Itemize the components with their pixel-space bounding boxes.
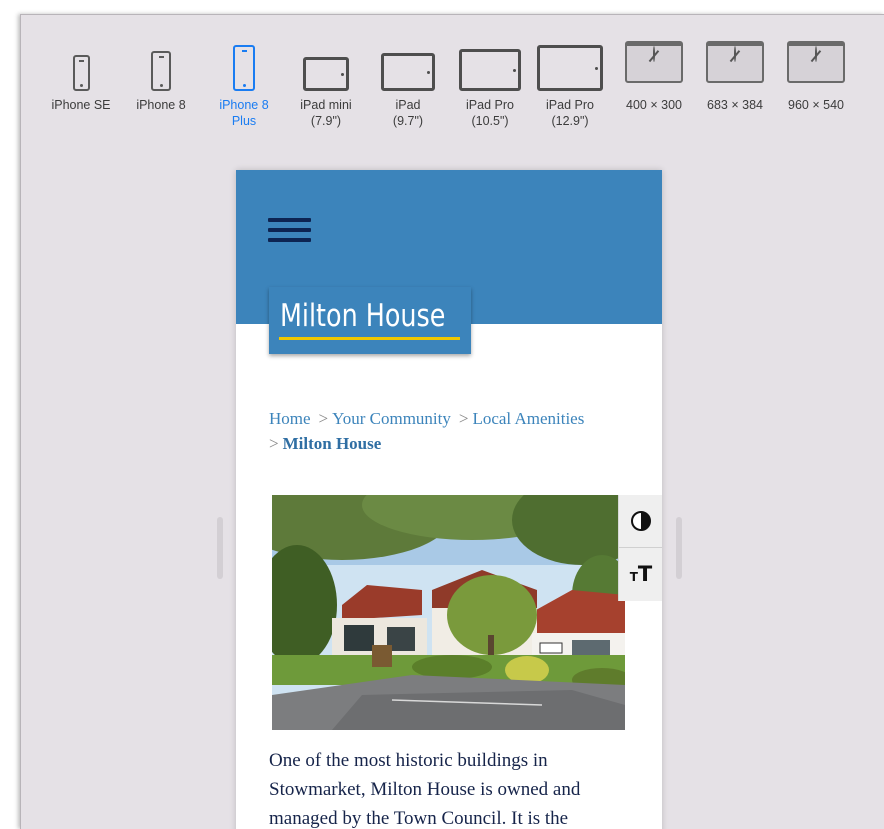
device-label: iPad Pro (10.5") — [466, 98, 514, 128]
device-label: iPad (9.7") — [392, 98, 424, 128]
ipad-icon — [537, 45, 603, 91]
compass-icon — [734, 46, 736, 62]
milton-house-photo — [272, 495, 625, 730]
browser-window-icon — [706, 41, 764, 83]
breadcrumb: Home > Your Community > Local Amenities > Mil… — [269, 406, 639, 456]
device-label: 960 × 540 — [788, 98, 844, 112]
accessibility-toolbar: TT — [618, 495, 662, 601]
device-400x300[interactable]: 400 × 300 — [619, 41, 689, 113]
contrast-icon — [631, 511, 651, 531]
device-label: iPhone 8 Plus — [219, 98, 269, 128]
breadcrumb-local-amenities[interactable]: Local Amenities — [472, 409, 584, 428]
text-size-button[interactable]: TT — [619, 547, 662, 600]
contrast-button[interactable] — [619, 495, 662, 547]
resize-handle-left[interactable] — [217, 517, 223, 579]
device-ipad-pro-10[interactable]: iPad Pro (10.5") — [457, 41, 523, 129]
device-ipad-pro-12[interactable]: iPad Pro (12.9") — [536, 41, 604, 129]
breadcrumb-separator: > — [458, 409, 469, 428]
browser-window-icon — [787, 41, 845, 83]
intro-paragraph: One of the most historic buildings in St… — [269, 750, 581, 829]
device-iphone-8-plus[interactable]: iPhone 8 Plus — [214, 41, 274, 129]
hamburger-menu-icon[interactable] — [268, 218, 311, 246]
compass-icon — [815, 46, 817, 62]
breadcrumb-separator: > — [318, 409, 329, 428]
device-ipad-mini[interactable]: iPad mini (7.9") — [293, 41, 359, 129]
simulator-window: iPhone SE iPhone 8 iPhone 8 Plus iPad mi… — [20, 14, 884, 829]
resize-handle-right[interactable] — [676, 517, 682, 579]
device-label: iPhone SE — [51, 98, 111, 112]
compass-icon — [653, 46, 655, 62]
device-label: 683 × 384 — [707, 98, 763, 112]
device-iphone-se[interactable]: iPhone SE — [49, 41, 113, 113]
iphone-icon — [72, 55, 90, 91]
iphone-icon — [151, 51, 171, 91]
device-label: iPad Pro (12.9") — [546, 98, 594, 128]
device-iphone-8[interactable]: iPhone 8 — [131, 41, 191, 113]
breadcrumb-separator: > — [269, 434, 279, 453]
ipad-icon — [303, 57, 349, 91]
device-toolbar: iPhone SE iPhone 8 iPhone 8 Plus iPad mi… — [21, 15, 884, 135]
device-label: 400 × 300 — [626, 98, 682, 112]
ipad-icon — [459, 49, 521, 91]
browser-window-icon — [625, 41, 683, 83]
device-viewport: Milton House Home > Your Community > Local A… — [236, 170, 662, 829]
breadcrumb-your-community[interactable]: Your Community — [332, 409, 451, 428]
device-960x540[interactable]: 960 × 540 — [781, 41, 851, 113]
ipad-icon — [381, 53, 435, 91]
device-ipad[interactable]: iPad (9.7") — [376, 41, 440, 129]
breadcrumb-home[interactable]: Home — [269, 409, 311, 428]
text-size-icon: TT — [629, 562, 653, 586]
breadcrumb-current: Milton House — [282, 434, 382, 453]
logo-title: Milton House — [280, 298, 446, 334]
device-683x384[interactable]: 683 × 384 — [700, 41, 770, 113]
site-logo[interactable]: Milton House — [269, 287, 471, 354]
logo-underline — [279, 337, 460, 340]
device-label: iPad mini (7.9") — [300, 98, 352, 128]
device-label: iPhone 8 — [136, 98, 186, 112]
iphone-icon — [233, 45, 255, 91]
